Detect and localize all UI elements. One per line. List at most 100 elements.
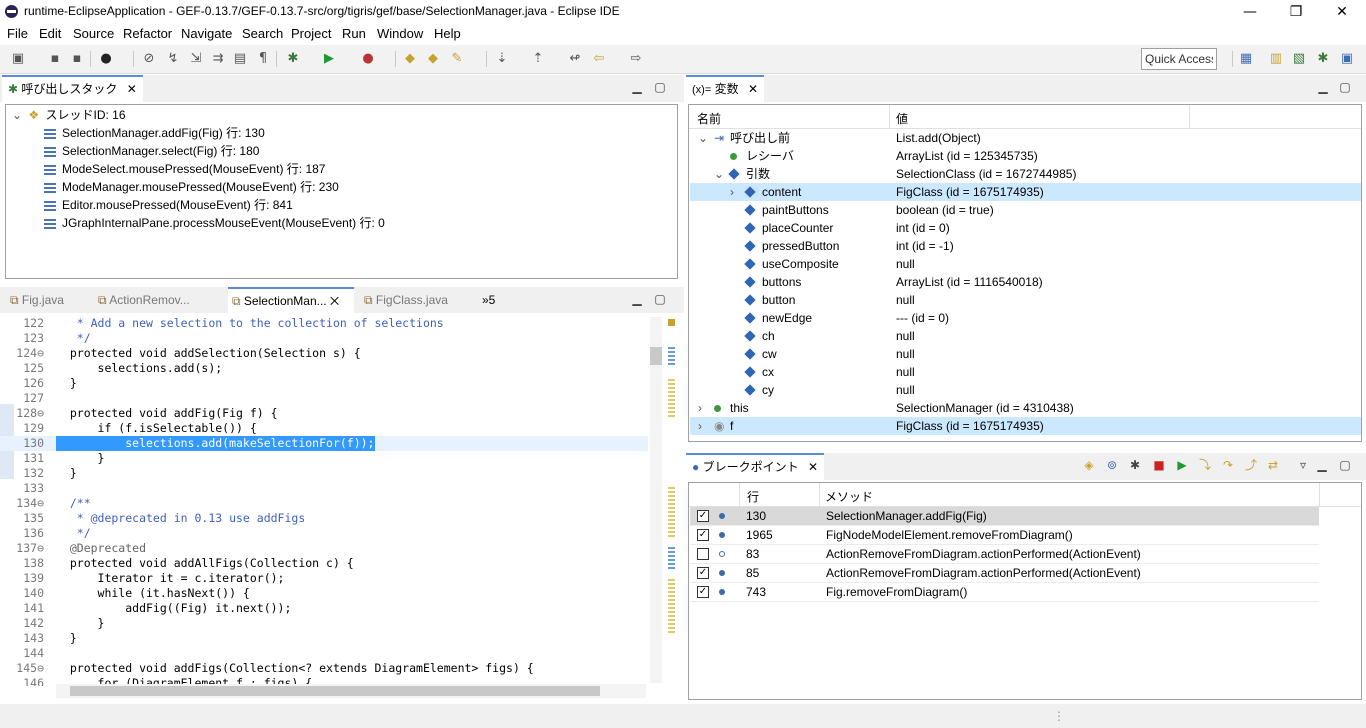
maximize-icon[interactable]: ▢ (1338, 458, 1352, 472)
breakpoint-row[interactable]: ✓ 1965 FigNodeModelElement.removeFromDiagr… (690, 526, 1319, 545)
variable-row[interactable]: レシーバ ArrayList (id = 125345735) (690, 147, 1361, 165)
minimize-button[interactable]: — (1227, 0, 1273, 24)
close-button[interactable]: ✕ (1319, 0, 1365, 24)
col-method[interactable]: メソッド (825, 488, 873, 505)
tab-overflow[interactable]: »5 (482, 287, 495, 314)
menu-window[interactable]: Window (377, 26, 423, 41)
tab-callstack[interactable]: ✱ 呼び出しスタック ✕ (2, 75, 143, 102)
java-perspective-icon[interactable]: ▧ (1291, 51, 1307, 67)
variable-row[interactable]: cw null (690, 345, 1361, 363)
col-line[interactable]: 行 (747, 488, 759, 505)
code-line[interactable]: 135 * @deprecated in 0.13 use addFigs (0, 511, 648, 526)
code-line[interactable]: 142 } (0, 616, 648, 631)
maximize-icon[interactable]: ▢ (1338, 80, 1352, 94)
chevron-down-icon[interactable]: ⌄ (12, 108, 22, 122)
minimize-icon[interactable]: ▁ (1316, 80, 1330, 94)
close-icon[interactable]: ✕ (330, 294, 339, 308)
forward-icon[interactable]: ⇨ (628, 51, 644, 67)
code-line[interactable]: 132 } (0, 466, 648, 481)
terminate-icon[interactable]: ■ (1152, 458, 1166, 472)
stack-frame[interactable]: JGraphInternalPane.processMouseEvent(Mou… (44, 214, 385, 232)
code-line[interactable]: 127 (0, 391, 648, 406)
stack-frame[interactable]: Editor.mousePressed(MouseEvent) 行: 841 (44, 196, 293, 214)
vertical-scrollbar[interactable] (650, 317, 662, 683)
save-all-icon[interactable]: ▪ (69, 51, 85, 67)
show-breakpoints-icon[interactable]: ◈ (1082, 458, 1096, 472)
horizontal-scrollbar[interactable] (56, 684, 646, 698)
step-into-icon[interactable]: ⤵ (1198, 458, 1212, 472)
code-line[interactable]: 124⊖ protected void addSelection(Selecti… (0, 346, 648, 361)
code-line[interactable]: 134⊖ /** (0, 496, 648, 511)
code-line[interactable]: 136 */ (0, 526, 648, 541)
variable-row[interactable]: ch null (690, 327, 1361, 345)
use-filters-icon[interactable]: ⇉ (210, 51, 226, 67)
variable-row[interactable]: › content FigClass (id = 1675174935) (690, 183, 1361, 201)
variable-row[interactable]: › ◉ f FigClass (id = 1675174935) (690, 417, 1361, 435)
run-icon[interactable]: ▶ (321, 51, 337, 67)
quick-access-field[interactable] (1141, 48, 1217, 70)
debug-perspective-icon[interactable]: ✱ (1315, 51, 1331, 67)
save-icon[interactable]: ▪ (47, 51, 63, 67)
variable-row[interactable]: newEdge --- (id = 0) (690, 309, 1361, 327)
back-icon[interactable]: ⇦ (591, 51, 607, 67)
maximize-icon[interactable]: ▢ (653, 80, 667, 94)
step-over-icon[interactable]: ↷ (1221, 458, 1235, 472)
settings-icon[interactable]: ✱ (1128, 458, 1142, 472)
h-scrollbar-thumb[interactable] (70, 686, 600, 696)
last-edit-icon[interactable]: ↫ (567, 51, 583, 67)
minimize-icon[interactable]: ▁ (630, 292, 644, 306)
other-perspective-icon[interactable]: ▣ (1339, 51, 1355, 67)
scrollbar-thumb[interactable] (650, 347, 662, 365)
variable-row[interactable]: paintButtons boolean (id = true) (690, 201, 1361, 219)
tab-variables[interactable]: (x)= 変数 ✕ (686, 75, 765, 102)
code-line[interactable]: 138 protected void addAllFigs(Collection… (0, 556, 648, 571)
variable-row[interactable]: button null (690, 291, 1361, 309)
minimize-icon[interactable]: ▁ (630, 80, 644, 94)
variable-row[interactable]: ⌄ 引数 SelectionClass (id = 1672744985) (690, 165, 1361, 183)
variable-row[interactable]: buttons ArrayList (id = 1116540018) (690, 273, 1361, 291)
open-resource-icon[interactable]: ◆ (425, 51, 441, 67)
close-icon[interactable]: ✕ (127, 82, 137, 96)
code-line[interactable]: 133 (0, 481, 648, 496)
step-return-icon[interactable]: ⤴ (1244, 458, 1258, 472)
code-line[interactable]: 125 selections.add(s); (0, 361, 648, 376)
tab-actionremove[interactable]: ⧉ ActionRemov... (98, 287, 190, 314)
code-line[interactable]: 143 } (0, 631, 648, 646)
code-line[interactable]: 122 * Add a new selection to the collect… (0, 316, 648, 331)
stack-frame[interactable]: ModeSelect.mousePressed(MouseEvent) 行: 1… (44, 160, 325, 178)
close-icon[interactable]: ✕ (748, 82, 758, 96)
menu-help[interactable]: Help (434, 26, 461, 41)
stack-frame[interactable]: SelectionManager.addFig(Fig) 行: 130 (44, 124, 265, 142)
menu-project[interactable]: Project (291, 26, 331, 41)
code-line[interactable]: 126 } (0, 376, 648, 391)
java-ee-perspective-icon[interactable]: ▥ (1268, 51, 1284, 67)
breakpoint-row[interactable]: 83 ActionRemoveFromDiagram.actionPerforme… (690, 545, 1319, 564)
breakpoint-row[interactable]: ✓ 130 SelectionManager.addFig(Fig) (690, 507, 1319, 526)
skip-breakpoints-icon[interactable]: ⊘ (141, 51, 157, 67)
code-line[interactable]: 137⊖ @Deprecated (0, 541, 648, 556)
variable-row[interactable]: useComposite null (690, 255, 1361, 273)
chevron-right-icon[interactable]: › (698, 417, 702, 435)
breakpoint-checkbox[interactable] (697, 548, 709, 560)
next-annotation-icon[interactable]: ⇣ (494, 51, 510, 67)
remove-all-icon[interactable]: ⇄ (1266, 458, 1280, 472)
tab-figclass-java[interactable]: ⧉ FigClass.java (364, 287, 448, 314)
code-line[interactable]: 141 addFig((Fig) it.next()); (0, 601, 648, 616)
code-line[interactable]: 140 while (it.hasNext()) { (0, 586, 648, 601)
pilcrow-icon[interactable]: ¶ (255, 51, 271, 67)
restore-button[interactable]: ❐ (1273, 0, 1319, 24)
menu-search[interactable]: Search (242, 26, 283, 41)
chevron-down-icon[interactable]: ⌄ (714, 165, 724, 183)
close-icon[interactable]: ✕ (808, 460, 818, 474)
col-name[interactable]: 名前 (697, 110, 721, 127)
open-perspective-icon[interactable]: ▦ (1238, 51, 1254, 67)
menu-edit[interactable]: Edit (39, 26, 61, 41)
code-line[interactable]: 129 if (f.isSelectable()) { (0, 421, 648, 436)
debug-icon[interactable]: ✱ (285, 51, 301, 67)
maximize-icon[interactable]: ▢ (653, 292, 667, 306)
breakpoint-checkbox[interactable]: ✓ (697, 586, 709, 598)
code-line[interactable]: 130 selections.add(makeSelectionFor(f)); (0, 436, 648, 451)
code-line[interactable]: 139 Iterator it = c.iterator(); (0, 571, 648, 586)
menu-run[interactable]: Run (342, 26, 366, 41)
minimize-icon[interactable]: ▁ (1315, 458, 1329, 472)
